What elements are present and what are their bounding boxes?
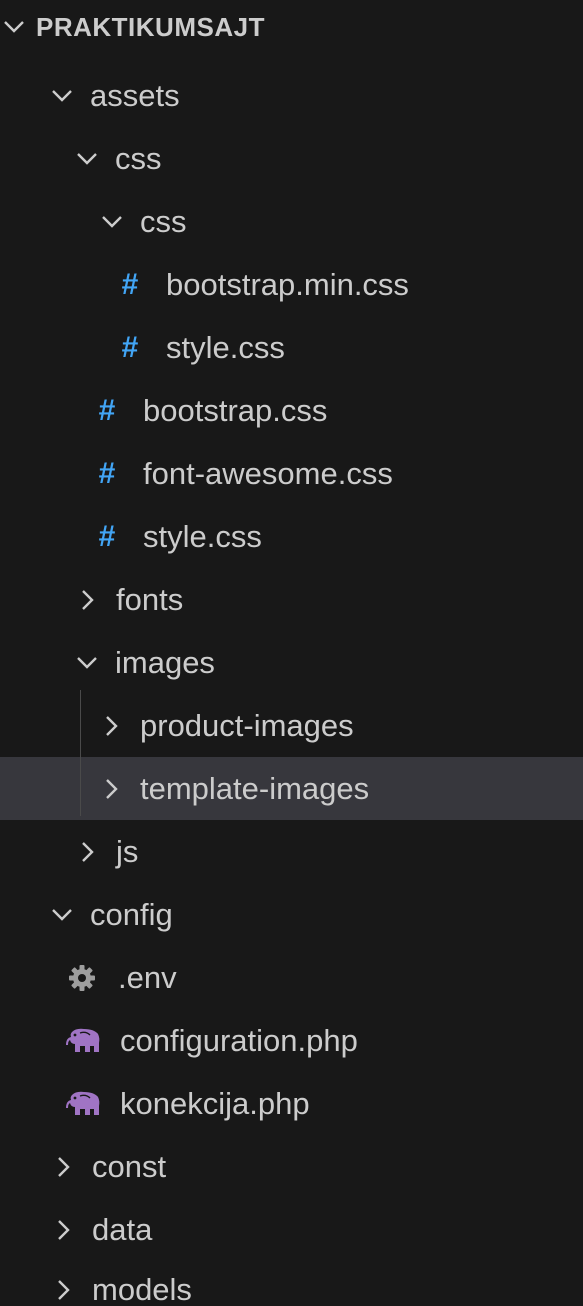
chevron-right-icon[interactable] (100, 774, 124, 804)
tree-item-label: style.css (143, 519, 262, 554)
tree-item-label: config (90, 897, 173, 932)
tree-folder-const[interactable]: const (0, 1135, 583, 1198)
explorer-root-folder[interactable]: PRAKTIKUMSAJT (0, 0, 583, 54)
hash-icon: # (98, 456, 116, 490)
tree-folder-fonts[interactable]: fonts (0, 568, 583, 631)
file-explorer: PRAKTIKUMSAJT assets css css # bootstrap… (0, 0, 583, 1306)
tree-item-label: .env (118, 960, 177, 995)
tree-folder-js[interactable]: js (0, 820, 583, 883)
tree-item-label: font-awesome.css (143, 456, 393, 491)
tree-item-label: fonts (116, 582, 184, 617)
chevron-right-icon[interactable] (76, 837, 100, 867)
tree-file-konekcija-php[interactable]: konekcija.php (0, 1072, 583, 1135)
tree-folder-config[interactable]: config (0, 883, 583, 946)
hash-icon: # (121, 267, 139, 301)
tree-item-label: style.css (166, 330, 285, 365)
tree-item-label: configuration.php (120, 1023, 358, 1058)
chevron-down-icon[interactable] (100, 207, 124, 237)
tree-item-label: images (115, 645, 215, 680)
tree-item-label: const (92, 1149, 167, 1184)
chevron-down-icon[interactable] (2, 12, 26, 42)
tree-file-bootstrap-min-css[interactable]: # bootstrap.min.css (0, 253, 583, 316)
tree-item-label: models (92, 1272, 192, 1306)
php-elephant-icon (66, 1028, 102, 1054)
tree-item-label: data (92, 1212, 153, 1247)
indent-guide (80, 690, 81, 816)
tree-file-bootstrap-css[interactable]: # bootstrap.css (0, 379, 583, 442)
tree-item-label: konekcija.php (120, 1086, 310, 1121)
hash-icon: # (121, 330, 139, 364)
tree-folder-product-images[interactable]: product-images (0, 694, 583, 757)
tree-folder-css-nested[interactable]: css (0, 190, 583, 253)
tree-file-style-css[interactable]: # style.css (0, 505, 583, 568)
tree-item-label: product-images (140, 708, 354, 743)
tree-folder-models[interactable]: models (0, 1258, 583, 1306)
tree-folder-images[interactable]: images (0, 631, 583, 694)
tree-file-env[interactable]: .env (0, 946, 583, 1009)
tree-item-label: js (116, 834, 139, 869)
tree-file-configuration-php[interactable]: configuration.php (0, 1009, 583, 1072)
tree-file-style-css[interactable]: # style.css (0, 316, 583, 379)
chevron-down-icon[interactable] (50, 81, 74, 111)
tree-folder-data[interactable]: data (0, 1198, 583, 1261)
chevron-right-icon[interactable] (52, 1215, 76, 1245)
tree-folder-css[interactable]: css (0, 127, 583, 190)
tree-item-label: assets (90, 78, 180, 113)
tree-item-label: template-images (140, 771, 370, 806)
hash-icon: # (98, 393, 116, 427)
tree-file-font-awesome-css[interactable]: # font-awesome.css (0, 442, 583, 505)
php-elephant-icon (66, 1091, 102, 1117)
chevron-down-icon[interactable] (75, 144, 99, 174)
tree-item-label: bootstrap.min.css (166, 267, 409, 302)
chevron-right-icon[interactable] (76, 585, 100, 615)
chevron-right-icon[interactable] (100, 711, 124, 741)
tree-item-label: css (115, 141, 162, 176)
chevron-down-icon[interactable] (75, 648, 99, 678)
hash-icon: # (98, 519, 116, 553)
chevron-right-icon[interactable] (52, 1275, 76, 1305)
tree-folder-template-images[interactable]: template-images (0, 757, 583, 820)
tree-item-label: bootstrap.css (143, 393, 328, 428)
gear-icon (68, 964, 96, 992)
tree-folder-assets[interactable]: assets (0, 64, 583, 127)
chevron-down-icon[interactable] (50, 900, 74, 930)
root-folder-label: PRAKTIKUMSAJT (36, 12, 265, 42)
chevron-right-icon[interactable] (52, 1152, 76, 1182)
tree-item-label: css (140, 204, 187, 239)
